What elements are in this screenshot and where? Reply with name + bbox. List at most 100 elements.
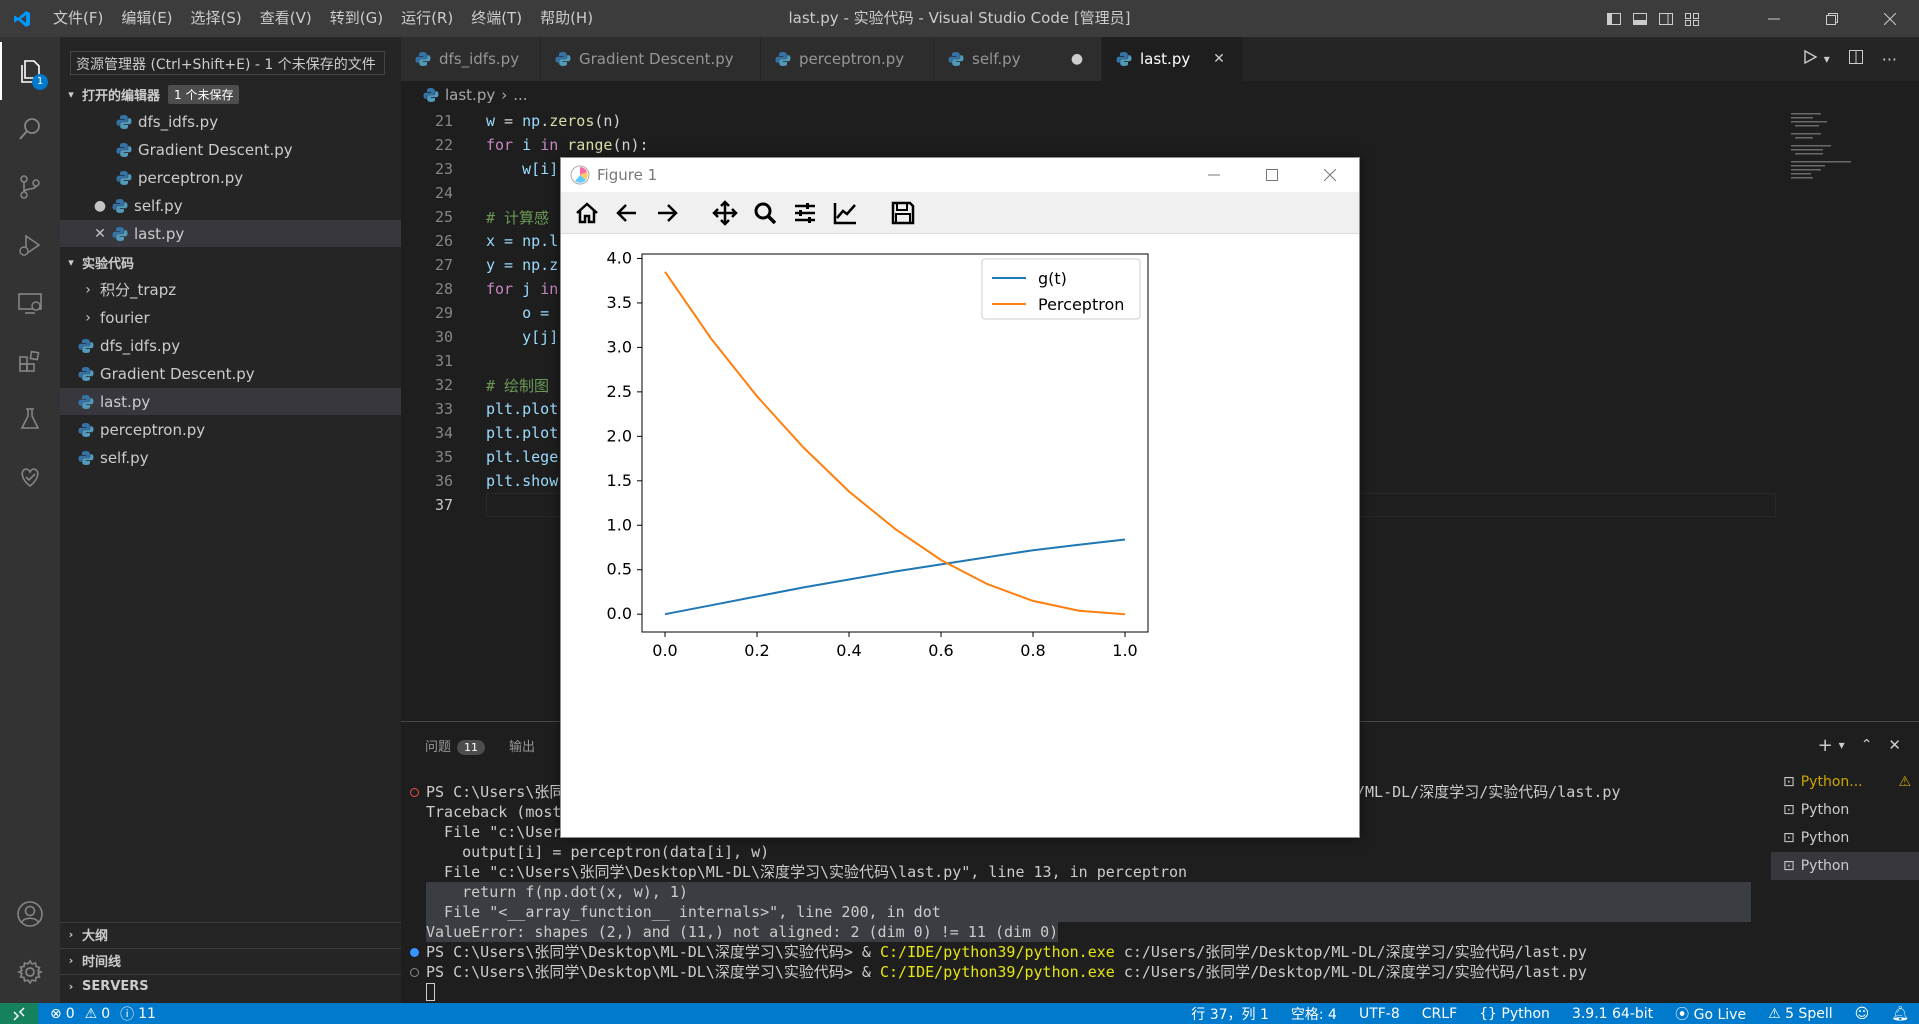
edit-axis-icon[interactable] (829, 197, 861, 229)
menu-view[interactable]: 查看(V) (251, 0, 321, 37)
accounts-icon[interactable] (0, 885, 60, 943)
file-item[interactable]: self.py (60, 444, 401, 471)
tab-output[interactable]: 输出 (509, 736, 535, 755)
open-editor-item[interactable]: perceptron.py (60, 164, 401, 191)
command-decoration-icon[interactable] (410, 968, 419, 977)
open-editor-item[interactable]: Gradient Descent.py (60, 136, 401, 163)
file-item[interactable]: last.py (60, 388, 401, 415)
folder-header[interactable]: ▾ 实验代码 (60, 250, 401, 274)
open-editor-item[interactable]: ● self.py (60, 192, 401, 219)
tab-perceptron[interactable]: perceptron.py (761, 37, 934, 81)
file-item[interactable]: perceptron.py (60, 416, 401, 443)
restore-window-icon[interactable] (1803, 0, 1861, 37)
save-icon[interactable] (887, 197, 919, 229)
cursor-position[interactable]: 行 37，列 1 (1191, 1004, 1269, 1024)
toggle-sidebar-icon[interactable] (1601, 0, 1627, 37)
open-editor-item[interactable]: dfs_idfs.py (60, 108, 401, 135)
tab-dfs-idfs[interactable]: dfs_idfs.py (401, 37, 541, 81)
problems-status[interactable]: ⊗ 0 ⚠ 0 ⓘ 11 (38, 1004, 156, 1024)
tab-problems[interactable]: 问题 11 (425, 736, 486, 755)
menu-edit[interactable]: 编辑(E) (112, 0, 181, 37)
more-actions-icon[interactable]: ··· (1882, 50, 1897, 69)
servers-header[interactable]: › SERVERS (60, 974, 401, 998)
plot-canvas[interactable]: 0.0 0.5 1.0 1.5 2.0 2.5 3.0 3.5 4.0 0.0 0.2 0.4 0.6… (561, 235, 1359, 837)
toggle-panel-icon[interactable] (1627, 0, 1653, 37)
file-item[interactable]: Gradient Descent.py (60, 360, 401, 387)
menu-go[interactable]: 转到(G) (321, 0, 392, 37)
go-live-button[interactable]: ⦿ Go Live (1675, 1004, 1746, 1024)
outline-header[interactable]: › 大纲 (60, 922, 401, 946)
unsaved-dot-icon[interactable]: ● (92, 198, 108, 214)
testing-icon[interactable] (0, 390, 60, 448)
source-control-icon[interactable] (0, 158, 60, 216)
tab-gradient-descent[interactable]: Gradient Descent.py (541, 37, 761, 81)
menu-selection[interactable]: 选择(S) (182, 0, 251, 37)
zoom-icon[interactable] (749, 197, 781, 229)
run-python-file-icon[interactable] (1802, 49, 1818, 69)
end-of-line[interactable]: CRLF (1422, 1006, 1457, 1022)
menu-terminal[interactable]: 终端(T) (462, 0, 531, 37)
chevron-down-icon[interactable]: ▾ (1839, 738, 1845, 752)
encoding[interactable]: UTF-8 (1359, 1006, 1400, 1022)
toggle-secondary-sidebar-icon[interactable] (1653, 0, 1679, 37)
folder-item[interactable]: › 积分_trapz (60, 276, 401, 303)
code-line: plt.show (486, 472, 559, 490)
tab-last[interactable]: last.py ✕ (1102, 37, 1244, 81)
error-decoration-icon[interactable] (410, 788, 419, 797)
menu-help[interactable]: 帮助(H) (531, 0, 602, 37)
settings-gear-icon[interactable] (0, 943, 60, 1001)
menu-run[interactable]: 运行(R) (392, 0, 462, 37)
open-editors-header[interactable]: ▾ 打开的编辑器 1 个未保存 (60, 82, 401, 106)
maximize-panel-icon[interactable]: ⌃ (1861, 737, 1873, 753)
indentation[interactable]: 空格: 4 (1291, 1004, 1337, 1024)
chevron-down-icon[interactable]: ▾ (1824, 52, 1830, 66)
timeline-header[interactable]: › 时间线 (60, 948, 401, 972)
folder-item[interactable]: › fourier (60, 304, 401, 331)
editor-actions: ▾ ··· (1802, 37, 1919, 81)
open-editor-item[interactable]: ✕ last.py (60, 220, 401, 247)
menu-file[interactable]: 文件(F) (44, 0, 112, 37)
close-icon[interactable]: ✕ (92, 226, 108, 242)
remote-explorer-icon[interactable] (0, 274, 60, 332)
forward-icon[interactable] (651, 197, 683, 229)
close-window-icon[interactable] (1861, 0, 1919, 37)
language-mode[interactable]: {} Python (1479, 1006, 1550, 1022)
close-panel-icon[interactable]: ✕ (1888, 736, 1901, 754)
terminal-tab[interactable]: ⊡ Python (1771, 852, 1919, 880)
search-icon[interactable] (0, 100, 60, 158)
minimize-window-icon[interactable] (1745, 0, 1803, 37)
tab-self[interactable]: self.py ● (934, 37, 1102, 81)
spell-check-status[interactable]: ⚠ 5 Spell (1768, 1006, 1833, 1022)
close-window-icon[interactable] (1301, 158, 1359, 192)
y-tick-label: 4.0 (607, 248, 632, 267)
remote-indicator-icon[interactable] (0, 1003, 38, 1024)
python-file-icon (116, 114, 132, 130)
breadcrumb-symbol[interactable]: ... (513, 86, 527, 104)
extensions-icon[interactable] (0, 332, 60, 390)
explorer-icon[interactable]: 1 (0, 42, 60, 100)
maximize-window-icon[interactable] (1243, 158, 1301, 192)
home-icon[interactable] (571, 197, 603, 229)
new-terminal-icon[interactable]: + (1818, 735, 1833, 756)
minimize-window-icon[interactable] (1185, 158, 1243, 192)
python-interpreter[interactable]: 3.9.1 64-bit (1572, 1006, 1653, 1022)
notifications-bell-icon[interactable]: 🔔︎ (1891, 1006, 1909, 1022)
run-debug-icon[interactable] (0, 216, 60, 274)
command-decoration-icon[interactable] (410, 948, 419, 957)
terminal-tab[interactable]: ⊡ Python... ⚠ (1771, 768, 1919, 796)
live-share-icon[interactable] (0, 448, 60, 506)
terminal-tab[interactable]: ⊡ Python (1771, 796, 1919, 824)
minimap[interactable] (1781, 109, 1919, 721)
close-icon[interactable]: ✕ (1209, 51, 1229, 67)
back-icon[interactable] (611, 197, 643, 229)
customize-layout-icon[interactable] (1679, 0, 1705, 37)
file-item[interactable]: dfs_idfs.py (60, 332, 401, 359)
breadcrumb-file[interactable]: last.py (445, 86, 495, 104)
pan-icon[interactable] (709, 197, 741, 229)
configure-icon[interactable] (789, 197, 821, 229)
python-file-icon (116, 142, 132, 158)
terminal-tab[interactable]: ⊡ Python (1771, 824, 1919, 852)
split-editor-icon[interactable] (1848, 49, 1864, 69)
unsaved-dot-icon[interactable]: ● (1067, 51, 1087, 67)
feedback-icon[interactable]: ☺ (1855, 1006, 1870, 1022)
